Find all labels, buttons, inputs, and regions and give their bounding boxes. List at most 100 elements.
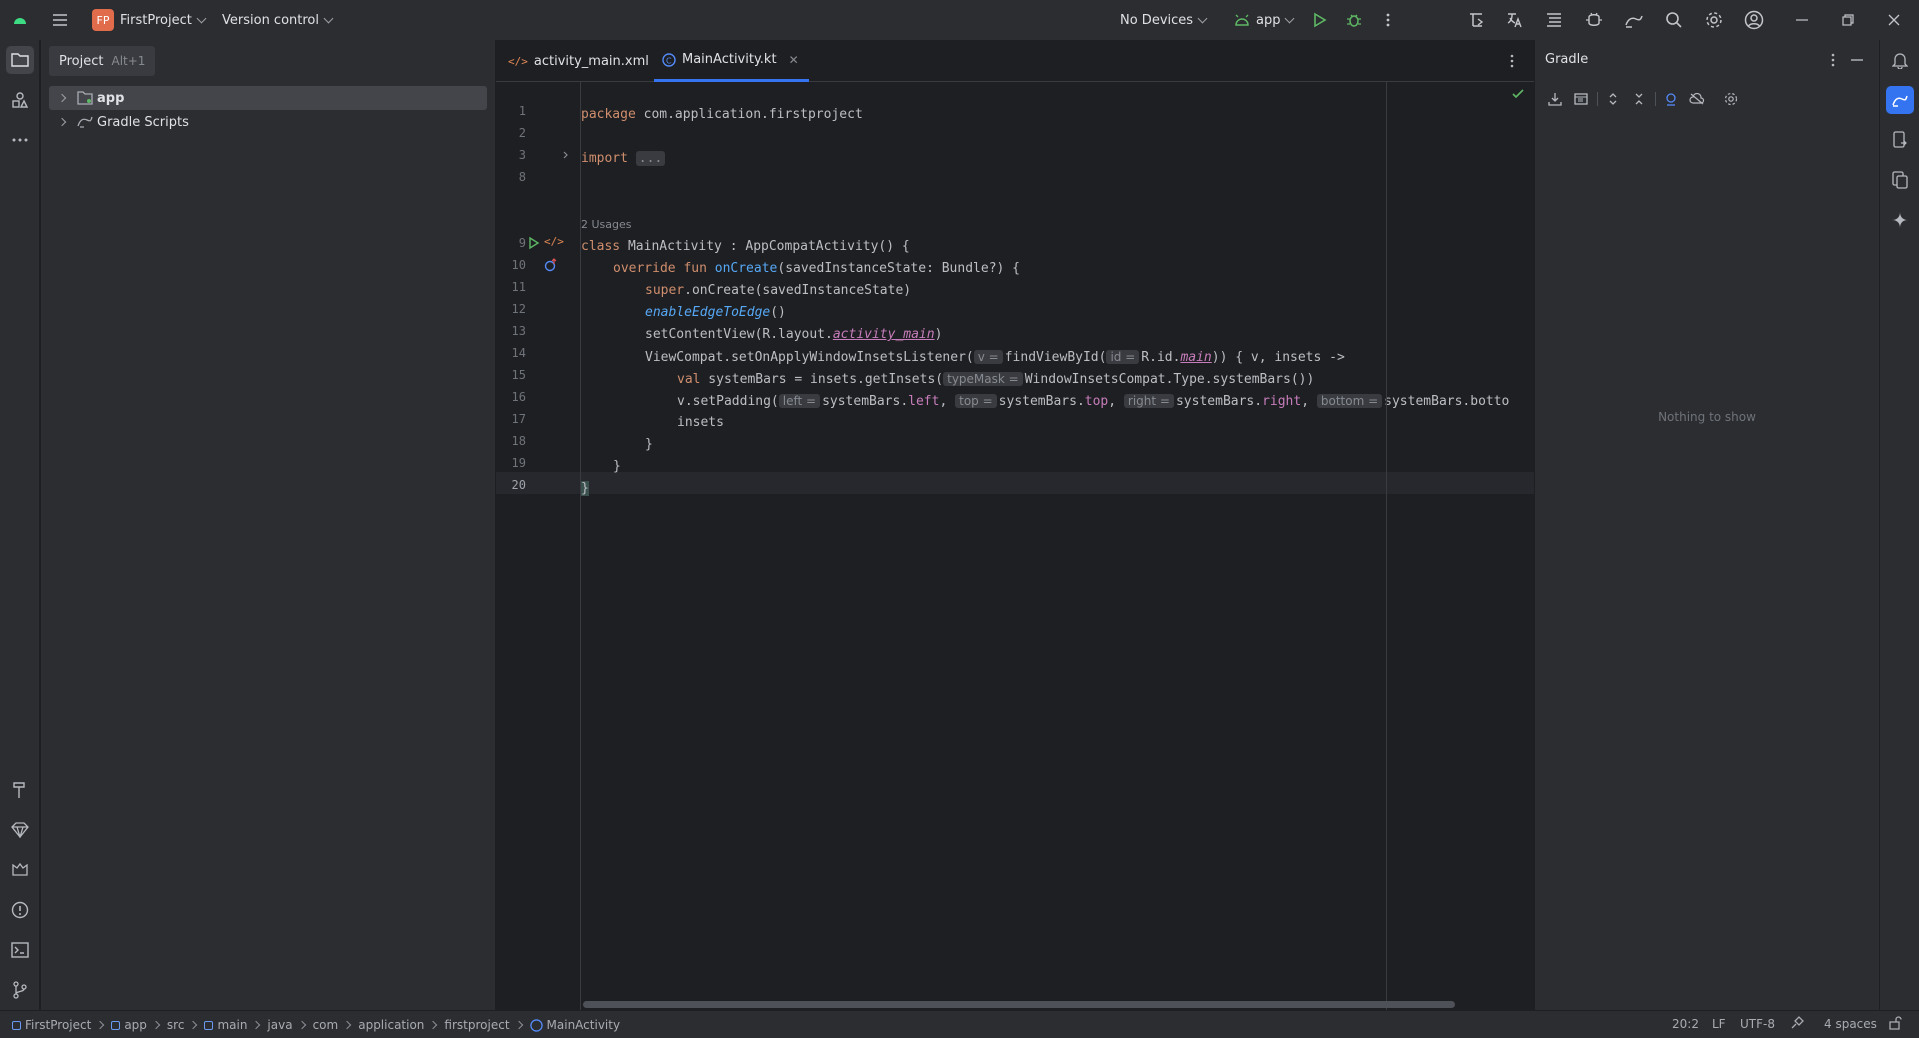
version-control-menu[interactable]: Version control: [222, 9, 334, 31]
chevron-right-icon: [189, 1020, 198, 1030]
problems-icon[interactable]: [6, 896, 34, 924]
breadcrumb-item[interactable]: MainActivity: [547, 1018, 621, 1032]
breadcrumb-item[interactable]: firstproject: [444, 1018, 509, 1032]
code-line: val systemBars = insets.getInsets(typeMa…: [677, 372, 1315, 387]
no-problems-check-icon[interactable]: [1512, 88, 1526, 102]
chevron-right-icon: [57, 93, 67, 103]
structure-icon[interactable]: [1542, 8, 1566, 32]
notifications-bell-icon[interactable]: [1886, 46, 1914, 74]
close-tab-icon[interactable]: ✕: [789, 53, 799, 67]
breadcrumb-item[interactable]: application: [358, 1018, 424, 1032]
read-only-toggle-icon[interactable]: [1888, 1016, 1904, 1032]
account-icon[interactable]: [1742, 8, 1766, 32]
gemini-sparkle-icon[interactable]: [1886, 206, 1914, 234]
app-inspection-icon[interactable]: [6, 856, 34, 884]
fold-expand-icon[interactable]: [562, 148, 572, 159]
resource-manager-icon[interactable]: [6, 86, 34, 114]
project-panel: Project Alt+1 app Gradle Scripts: [41, 40, 496, 1010]
usages-hint[interactable]: 2 Usages: [581, 218, 632, 231]
gradle-sync-icon[interactable]: [1622, 8, 1646, 32]
horizontal-scrollbar[interactable]: [583, 1001, 1455, 1008]
project-view-tab[interactable]: Project Alt+1: [49, 46, 156, 76]
run-config-selector[interactable]: app: [1234, 9, 1295, 31]
debug-icon[interactable]: [1342, 8, 1366, 32]
code-line: import ...: [581, 148, 666, 170]
collapse-all-icon[interactable]: [1629, 89, 1649, 109]
param-hint: top =: [955, 394, 997, 408]
android-studio-icon: [10, 10, 30, 30]
line-number: 17: [511, 412, 526, 426]
device-selector[interactable]: No Devices: [1120, 9, 1208, 31]
sdk-manager-icon[interactable]: [1582, 8, 1606, 32]
chevron-down-icon: [1285, 13, 1295, 23]
app-quality-insights-icon[interactable]: [6, 816, 34, 844]
tree-item-app[interactable]: app: [49, 86, 487, 110]
param-hint: typeMask =: [943, 372, 1023, 386]
more-actions-icon[interactable]: [1378, 8, 1398, 32]
breadcrumb: FirstProject app src main java com appli…: [12, 1016, 620, 1034]
module-icon: [204, 1020, 214, 1030]
gradle-tool-window-icon[interactable]: [1886, 86, 1914, 114]
settings-gear-icon[interactable]: [1702, 8, 1726, 32]
code-editor: </> activity_main.xml C MainActivity.kt …: [496, 40, 1534, 1010]
line-number: 9: [518, 236, 526, 250]
android-icon: [1235, 14, 1249, 26]
download-sources-icon[interactable]: [1545, 89, 1565, 109]
tab-label: activity_main.xml: [533, 53, 649, 69]
running-devices-icon[interactable]: [1886, 166, 1914, 194]
hide-panel-icon[interactable]: [1849, 50, 1865, 70]
cursor-position[interactable]: 20:2: [1672, 1017, 1699, 1031]
more-tool-windows-icon[interactable]: [6, 126, 34, 154]
file-encoding[interactable]: UTF-8: [1740, 1017, 1775, 1031]
tab-mainactivity-kt[interactable]: C MainActivity.kt ✕: [654, 40, 809, 82]
search-icon[interactable]: [1662, 8, 1686, 32]
project-folder-icon[interactable]: [6, 46, 34, 74]
run-task-icon[interactable]: [1571, 89, 1591, 109]
run-icon[interactable]: [1308, 8, 1332, 32]
tree-item-gradle-scripts[interactable]: Gradle Scripts: [49, 110, 487, 134]
translate-icon[interactable]: [1502, 8, 1526, 32]
breadcrumb-item[interactable]: java: [267, 1018, 292, 1032]
build-hammer-icon[interactable]: [6, 776, 34, 804]
line-number: 2: [518, 126, 526, 140]
overrides-method-icon[interactable]: [544, 258, 558, 272]
folded-imports[interactable]: ...: [635, 151, 666, 166]
expand-all-icon[interactable]: [1603, 89, 1623, 109]
main-menu-icon[interactable]: [48, 8, 72, 32]
breadcrumb-item[interactable]: FirstProject: [25, 1018, 91, 1032]
run-gutter-icon[interactable]: [528, 236, 542, 250]
param-hint: id =: [1106, 350, 1140, 364]
offline-mode-icon[interactable]: [1687, 89, 1707, 109]
kotlin-class-icon: [529, 1018, 543, 1032]
chevron-right-icon: [151, 1020, 161, 1030]
restore-window-icon[interactable]: [1836, 8, 1860, 32]
analyze-dependencies-icon[interactable]: [1661, 89, 1681, 109]
device-manager-icon[interactable]: [1886, 126, 1914, 154]
code-area[interactable]: package com.application.firstproject imp…: [581, 82, 1534, 1010]
layout-preview-icon[interactable]: </>: [544, 235, 564, 248]
gradle-settings-icon[interactable]: [1721, 89, 1741, 109]
gradle-options-icon[interactable]: [1825, 50, 1841, 70]
code-line: enableEdgeToEdge(): [645, 305, 786, 320]
code-line: insets: [677, 415, 724, 430]
code-line: super.onCreate(savedInstanceState): [645, 283, 912, 298]
breadcrumb-item[interactable]: src: [167, 1018, 185, 1032]
param-hint: right =: [1123, 394, 1174, 408]
breadcrumb-item[interactable]: main: [217, 1018, 247, 1032]
indent-setting[interactable]: 4 spaces: [1824, 1017, 1877, 1031]
device-mirroring-icon[interactable]: [1464, 8, 1488, 32]
project-selector[interactable]: FP FirstProject: [92, 9, 207, 31]
code-style-icon[interactable]: [1790, 1016, 1806, 1032]
version-control-icon[interactable]: [6, 976, 34, 1004]
project-name: FirstProject: [120, 12, 192, 28]
chevron-right-icon: [514, 1020, 523, 1030]
breadcrumb-item[interactable]: app: [124, 1018, 147, 1032]
editor-tabs-more-icon[interactable]: [1502, 50, 1522, 72]
minimize-window-icon[interactable]: [1790, 8, 1814, 32]
line-separator[interactable]: LF: [1712, 1017, 1726, 1031]
breadcrumb-item[interactable]: com: [313, 1018, 339, 1032]
tab-activity-main-xml[interactable]: </> activity_main.xml: [508, 40, 649, 82]
right-margin-guide: [1386, 82, 1387, 1010]
terminal-icon[interactable]: [6, 936, 34, 964]
close-window-icon[interactable]: [1882, 8, 1906, 32]
